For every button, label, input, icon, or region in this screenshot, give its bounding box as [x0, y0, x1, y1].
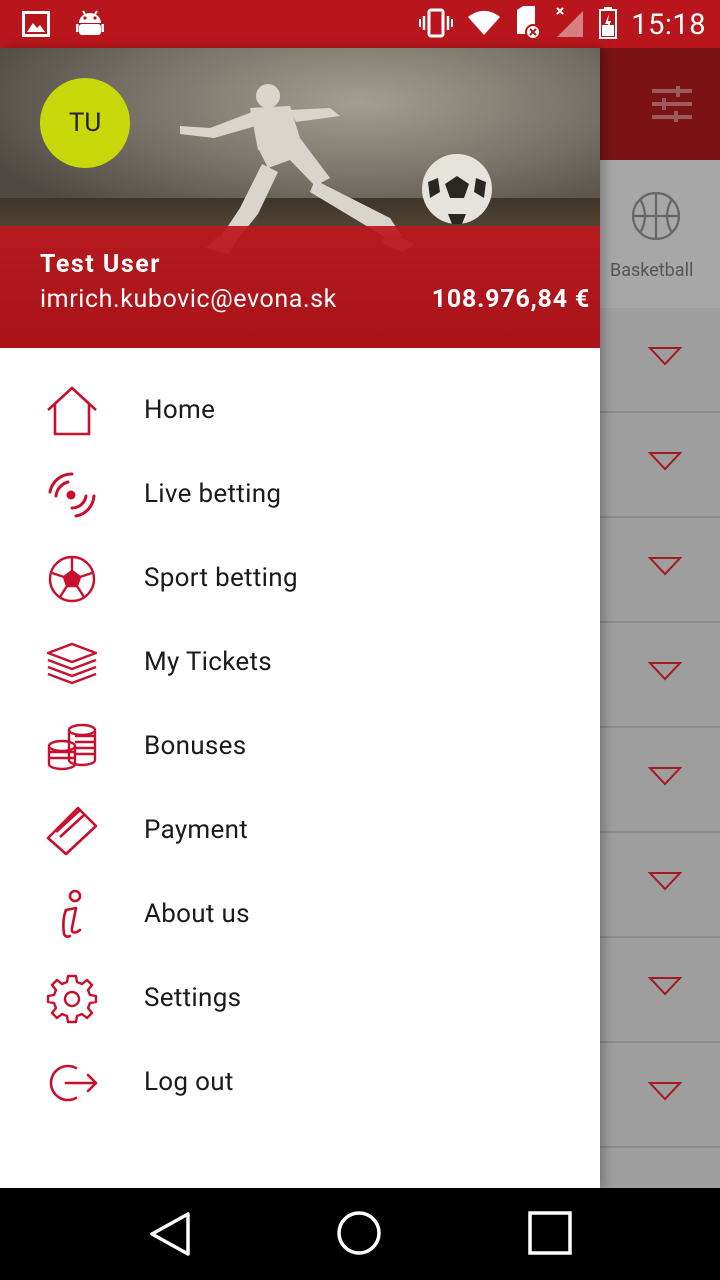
menu-item-label: My Tickets	[144, 647, 273, 677]
chevron-down-icon[interactable]	[647, 556, 683, 580]
status-time: 15:18	[631, 8, 706, 42]
menu-item-label: About us	[144, 899, 250, 929]
signal-icon	[555, 7, 585, 43]
menu-item-label: Live betting	[144, 479, 282, 509]
back-icon[interactable]	[148, 1210, 192, 1262]
chevron-down-icon[interactable]	[647, 346, 683, 370]
chevron-down-icon[interactable]	[647, 976, 683, 1000]
menu-item-settings[interactable]: Settings	[0, 957, 600, 1041]
menu-item-label: Sport betting	[144, 563, 298, 593]
gear-icon	[44, 973, 100, 1025]
soccer-ball-icon	[44, 553, 100, 605]
menu-item-live-betting[interactable]: Live betting	[0, 453, 600, 537]
live-signal-icon	[44, 469, 100, 521]
avatar[interactable]: TU	[40, 78, 130, 168]
menu-item-about-us[interactable]: About us	[0, 873, 600, 957]
tickets-stack-icon	[44, 637, 100, 689]
basketball-icon[interactable]	[630, 190, 682, 246]
tab-basketball[interactable]: Basketball	[610, 260, 693, 281]
menu-item-label: Log out	[144, 1067, 234, 1097]
menu-item-label: Settings	[144, 983, 242, 1013]
menu-item-my-tickets[interactable]: My Tickets	[0, 621, 600, 705]
menu-item-label: Home	[144, 395, 216, 425]
recents-icon[interactable]	[527, 1210, 573, 1260]
soccer-ball-image	[420, 152, 494, 230]
coins-icon	[44, 721, 100, 773]
home-icon	[44, 385, 100, 437]
menu-item-label: Bonuses	[144, 731, 247, 761]
menu-item-bonuses[interactable]: Bonuses	[0, 705, 600, 789]
wifi-icon	[467, 9, 501, 41]
menu-item-log-out[interactable]: Log out	[0, 1041, 600, 1125]
menu-item-sport-betting[interactable]: Sport betting	[0, 537, 600, 621]
user-name: Test User	[40, 250, 161, 279]
drawer-header: TU Test User imrich.kubovic@evona.sk 108…	[0, 48, 600, 348]
status-bar: 15:18	[0, 0, 720, 48]
navigation-drawer: TU Test User imrich.kubovic@evona.sk 108…	[0, 48, 600, 1188]
chevron-down-icon[interactable]	[647, 451, 683, 475]
sd-card-icon	[515, 6, 542, 44]
user-email: imrich.kubovic@evona.sk	[40, 285, 337, 314]
chevron-down-icon[interactable]	[647, 1081, 683, 1105]
system-navigation-bar	[0, 1188, 720, 1280]
menu-item-payment[interactable]: Payment	[0, 789, 600, 873]
filter-icon[interactable]	[652, 86, 692, 126]
menu-item-label: Payment	[144, 815, 249, 845]
chevron-down-icon[interactable]	[647, 871, 683, 895]
drawer-menu: Home Live betting Sport betting My Ticke…	[0, 369, 600, 1125]
logout-icon	[44, 1057, 100, 1109]
vibrate-icon	[419, 8, 454, 42]
chevron-down-icon[interactable]	[647, 766, 683, 790]
account-balance: 108.976,84 €	[431, 285, 590, 314]
chevron-down-icon[interactable]	[647, 661, 683, 685]
battery-charging-icon	[599, 7, 618, 43]
home-nav-icon[interactable]	[336, 1210, 382, 1260]
gallery-notification-icon	[22, 11, 50, 41]
info-icon	[44, 889, 100, 941]
menu-item-home[interactable]: Home	[0, 369, 600, 453]
credit-card-icon	[44, 805, 100, 857]
android-notification-icon	[76, 9, 104, 43]
